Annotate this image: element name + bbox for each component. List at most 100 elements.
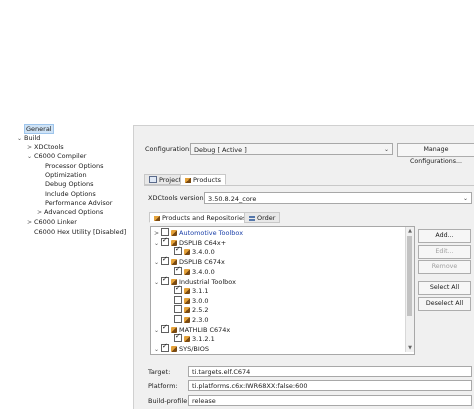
products-icon xyxy=(185,178,191,183)
tree-item-c6000-linker[interactable]: > C6000 Linker xyxy=(27,218,77,227)
expand-icon[interactable]: > xyxy=(27,218,34,227)
tab-label: Products and Repositories xyxy=(162,214,247,222)
platform-field[interactable]: ti.platforms.c6x:IWR68XX:false:600 xyxy=(188,380,472,391)
tree-item-c6000-compiler[interactable]: ⌄ C6000 Compiler xyxy=(27,152,86,161)
collapse-icon[interactable]: ⌄ xyxy=(17,134,24,143)
list-item[interactable]: ⌄ DSPLIB C64x+ xyxy=(154,236,227,248)
list-item[interactable]: 3.1.2.1 xyxy=(174,332,215,343)
tab-order[interactable]: Order xyxy=(244,212,281,223)
target-field[interactable]: ti.targets.elf.C674 xyxy=(188,366,472,377)
tab-label: Order xyxy=(257,214,276,222)
chevron-down-icon: ⌄ xyxy=(462,195,468,202)
package-icon xyxy=(184,249,190,255)
tab-products-and-repositories[interactable]: Products and Repositories xyxy=(149,212,252,223)
expand-icon[interactable]: > xyxy=(37,208,44,217)
list-item[interactable]: 2.3.0 xyxy=(174,315,209,324)
tree-item-processor-options[interactable]: Processor Options xyxy=(45,162,103,171)
collapse-icon[interactable]: ⌄ xyxy=(154,258,161,267)
products-icon xyxy=(154,216,160,221)
collapse-icon[interactable]: ⌄ xyxy=(154,278,161,287)
tab-products[interactable]: Products xyxy=(180,174,227,185)
configuration-value: Debug [ Active ] xyxy=(194,146,247,154)
list-item[interactable]: ⌄ MATHLIB C674x xyxy=(154,323,230,335)
list-item[interactable]: ⌄ Industrial Toolbox xyxy=(154,275,236,287)
package-icon xyxy=(184,288,190,294)
settings-tree: General ⌄ Build > XDCtools ⌄ C6000 Compiler… xyxy=(0,122,132,408)
tab-label: Products xyxy=(193,176,222,184)
checkbox[interactable] xyxy=(161,342,169,352)
platform-label: Platform: xyxy=(148,382,178,390)
package-icon xyxy=(184,317,190,323)
edit-button[interactable]: Edit... xyxy=(418,245,471,259)
checkbox[interactable] xyxy=(174,315,182,323)
list-item[interactable]: 3.1.1 xyxy=(174,284,209,295)
product-label: Industrial Toolbox xyxy=(179,278,236,286)
remove-button[interactable]: Remove xyxy=(418,260,471,274)
tree-item-include-options[interactable]: Include Options xyxy=(45,190,96,199)
collapse-icon[interactable]: ⌄ xyxy=(154,326,161,335)
configuration-select[interactable]: Debug [ Active ] ⌄ xyxy=(190,143,393,155)
tree-item-label: Include Options xyxy=(45,190,96,198)
checkbox[interactable] xyxy=(161,228,169,236)
tree-item-xdctools[interactable]: > XDCtools xyxy=(27,143,64,152)
add-button[interactable]: Add... xyxy=(418,229,471,243)
list-item[interactable]: 2.5.2 xyxy=(174,305,209,314)
checkbox[interactable] xyxy=(174,305,182,313)
checkbox[interactable] xyxy=(161,323,169,333)
collapse-icon[interactable]: ⌄ xyxy=(154,345,161,354)
checkbox[interactable] xyxy=(161,236,169,246)
scrollbar-thumb[interactable] xyxy=(407,236,412,316)
checkbox[interactable] xyxy=(174,332,182,342)
manage-configurations-button[interactable]: Manage Configurations... xyxy=(397,143,474,165)
tree-item-label: C6000 Hex Utility [Disabled] xyxy=(34,228,127,236)
collapse-icon[interactable]: ⌄ xyxy=(154,239,161,248)
tree-item-optimization[interactable]: Optimization xyxy=(45,171,87,180)
scroll-up-icon[interactable]: ▲ xyxy=(406,227,414,235)
xdctools-version-select[interactable]: 3.50.8.24_core ⌄ xyxy=(204,192,472,204)
tree-item-label: C6000 Linker xyxy=(34,218,77,226)
tree-item-c6000-hex-utility[interactable]: C6000 Hex Utility [Disabled] xyxy=(34,228,126,237)
expand-icon[interactable]: > xyxy=(154,229,161,238)
package-icon xyxy=(184,269,190,275)
chevron-down-icon: ⌄ xyxy=(383,146,389,153)
deselect-all-button[interactable]: Deselect All xyxy=(418,297,471,311)
tree-item-debug-options[interactable]: Debug Options xyxy=(45,180,94,189)
list-item[interactable]: 3.4.0.0 xyxy=(174,245,215,256)
products-list[interactable]: > Automotive Toolbox ⌄ DSPLIB C64x+ 3.4.0.… xyxy=(150,226,415,355)
select-all-button[interactable]: Select All xyxy=(418,281,471,295)
tab-divider xyxy=(144,185,474,186)
tree-item-label: General xyxy=(24,124,54,134)
list-item[interactable]: 3.4.0.0 xyxy=(174,265,215,276)
version-label: 2.3.0 xyxy=(192,316,209,324)
product-label: DSPLIB C64x+ xyxy=(179,239,227,247)
expand-icon[interactable]: > xyxy=(27,143,34,152)
tree-item-build[interactable]: ⌄ Build xyxy=(17,134,40,143)
tree-item-general[interactable]: General xyxy=(24,124,54,134)
checkbox[interactable] xyxy=(161,275,169,285)
list-item[interactable]: 3.0.0 xyxy=(174,296,209,305)
checkbox[interactable] xyxy=(174,296,182,304)
tree-item-label: Debug Options xyxy=(45,180,94,188)
tree-item-label: XDCtools xyxy=(34,143,64,151)
tree-item-advanced-options[interactable]: > Advanced Options xyxy=(37,208,103,217)
checkbox[interactable] xyxy=(174,284,182,294)
build-profile-field[interactable]: release xyxy=(188,395,472,406)
package-icon xyxy=(184,298,190,304)
checkbox[interactable] xyxy=(161,255,169,265)
tree-item-performance-advisor[interactable]: Performance Advisor xyxy=(45,199,112,208)
product-label: DSPLIB C674x xyxy=(179,258,225,266)
vertical-scrollbar[interactable]: ▲ ▼ xyxy=(405,227,414,352)
checkbox[interactable] xyxy=(174,245,182,255)
tree-item-label: Performance Advisor xyxy=(45,199,113,207)
checkbox[interactable] xyxy=(174,265,182,275)
tree-item-label: Processor Options xyxy=(45,162,104,170)
package-icon xyxy=(171,230,177,236)
package-icon xyxy=(171,346,177,352)
list-item[interactable]: ⌄ DSPLIB C674x xyxy=(154,255,225,267)
scroll-down-icon[interactable]: ▼ xyxy=(406,344,414,352)
product-label[interactable]: Automotive Toolbox xyxy=(179,229,243,237)
list-item[interactable]: ⌄ SYS/BIOS xyxy=(154,342,209,354)
version-label: 2.5.2 xyxy=(192,306,209,314)
collapse-icon[interactable]: ⌄ xyxy=(27,152,34,161)
xdctools-version-value: 3.50.8.24_core xyxy=(208,195,257,203)
